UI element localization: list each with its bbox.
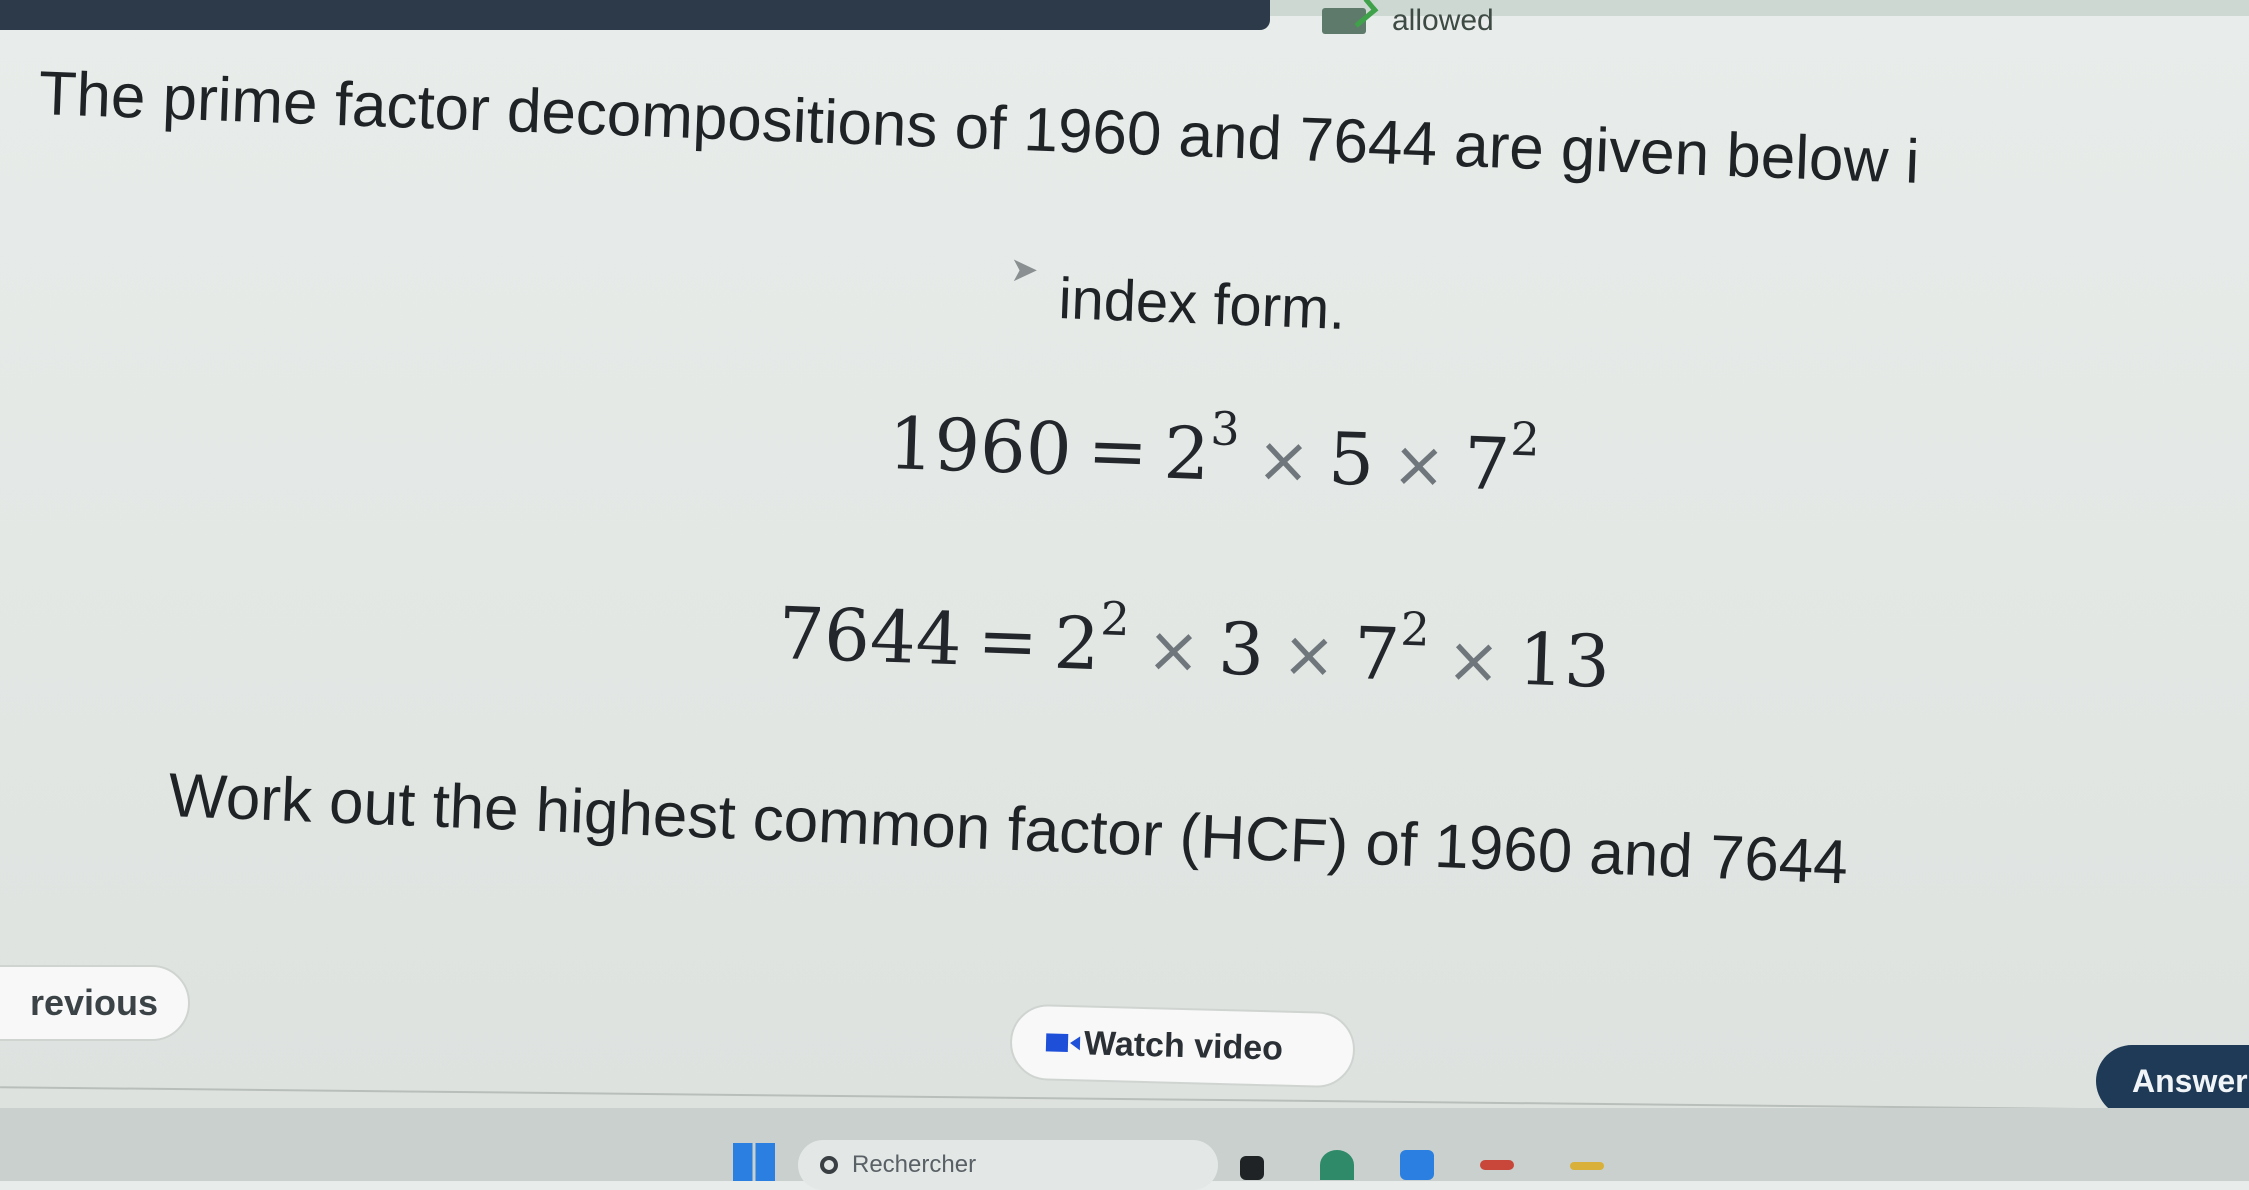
factor-exponent: 2 xyxy=(1509,411,1541,467)
task-instruction: Work out the highest common factor (HCF)… xyxy=(167,760,1850,898)
equation-1960: 1960 = 23 × 5 × 72 xyxy=(887,400,1541,508)
equation-lhs: 1960 xyxy=(887,400,1074,492)
app-icon[interactable] xyxy=(1480,1160,1514,1170)
question-intro-line1: The prime factor decompositions of 1960 … xyxy=(37,58,1921,197)
factor-base: 2 xyxy=(1162,410,1212,497)
factor-base: 7 xyxy=(1462,421,1512,507)
calculator-check-icon xyxy=(1322,8,1366,34)
store-icon[interactable] xyxy=(1400,1150,1434,1180)
factor-base: 7 xyxy=(1352,611,1402,697)
previous-button[interactable]: revious xyxy=(0,965,190,1041)
answer-button-label: Answer xyxy=(2132,1062,2248,1099)
answer-button[interactable]: Answer xyxy=(2096,1045,2249,1117)
factor: 5 xyxy=(1327,416,1376,502)
factor-exponent: 2 xyxy=(1399,601,1431,657)
factor-exponent: 2 xyxy=(1099,591,1131,647)
edge-browser-icon[interactable] xyxy=(1320,1150,1354,1180)
equation-7644: 7644 = 22 × 3 × 72 × 13 xyxy=(777,590,1612,704)
taskbar-search-placeholder: Rechercher xyxy=(852,1151,977,1178)
watch-video-button[interactable]: Watch video xyxy=(1009,1003,1356,1089)
equation-lhs: 7644 xyxy=(777,590,964,682)
calculator-status-text: allowed xyxy=(1392,4,1494,37)
factor-base: 2 xyxy=(1052,600,1102,687)
search-icon xyxy=(820,1156,838,1174)
times-sign: × xyxy=(1445,623,1502,700)
question-intro-line2: index form. xyxy=(1057,265,1347,342)
times-sign: × xyxy=(1390,427,1448,504)
times-sign: × xyxy=(1255,422,1312,499)
previous-button-label: revious xyxy=(29,982,158,1023)
watch-video-label: Watch video xyxy=(1083,1023,1284,1068)
equals-sign: = xyxy=(1086,407,1150,495)
video-camera-icon xyxy=(1045,1033,1069,1052)
folder-icon[interactable] xyxy=(1570,1162,1604,1170)
factor: 13 xyxy=(1517,616,1612,704)
top-header-bar xyxy=(0,0,1270,30)
times-sign: × xyxy=(1145,612,1202,689)
windows-start-icon[interactable] xyxy=(733,1143,775,1181)
calculator-allowed-indicator: allowed xyxy=(1322,4,1494,38)
mouse-cursor-icon: ➤ xyxy=(1010,251,1039,289)
factor: 3 xyxy=(1217,606,1266,692)
factor-exponent: 3 xyxy=(1209,401,1241,457)
times-sign: × xyxy=(1280,617,1338,694)
equals-sign: = xyxy=(976,597,1040,685)
task-view-icon[interactable] xyxy=(1240,1156,1264,1180)
taskbar-search-input[interactable]: Rechercher xyxy=(798,1140,1218,1190)
